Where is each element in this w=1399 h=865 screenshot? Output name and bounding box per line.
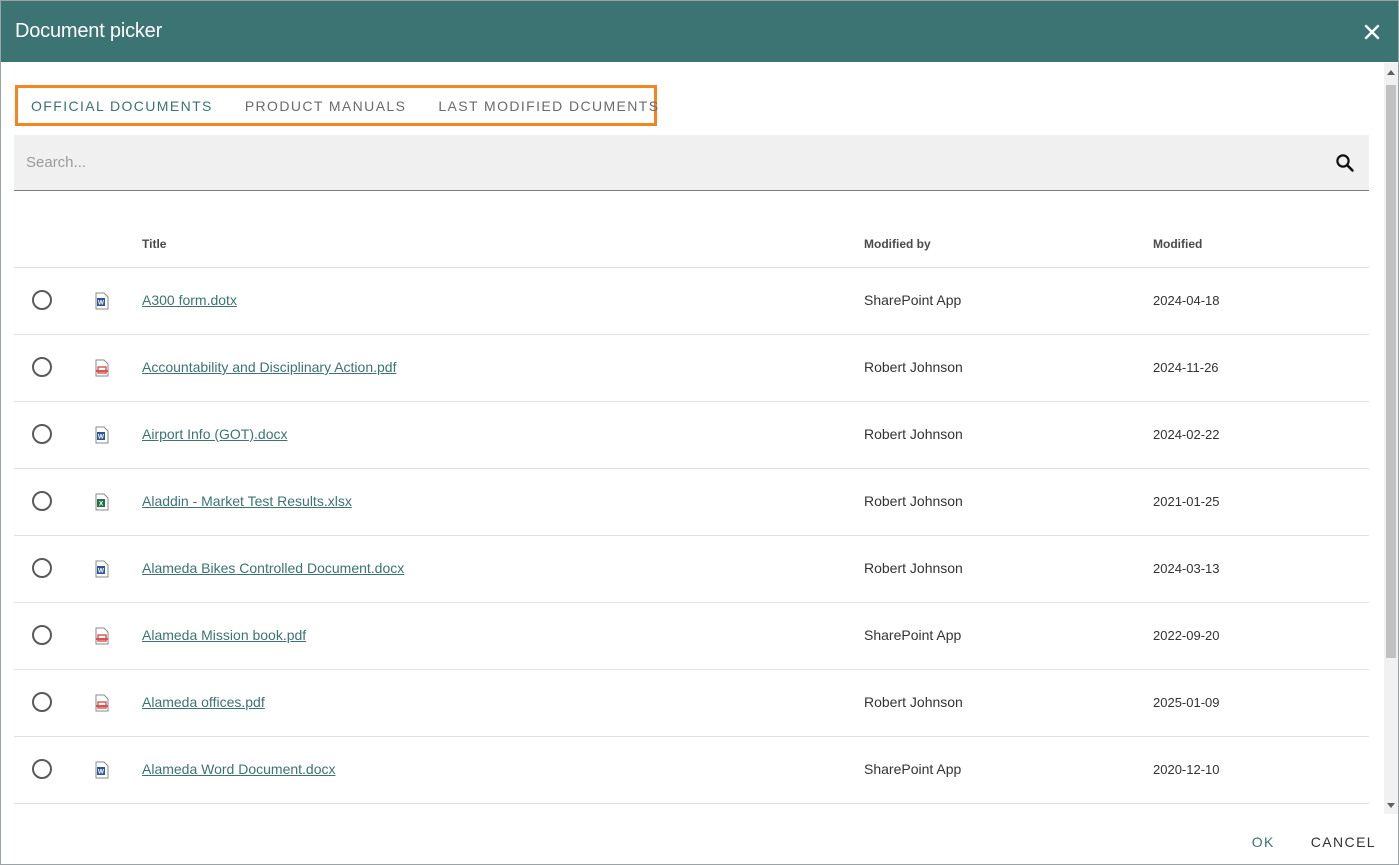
modified-date-cell: 2021-01-25 [1153,494,1220,509]
modified-by-cell: Robert Johnson [864,493,963,509]
modified-by-cell: Robert Johnson [864,560,963,576]
table-row[interactable]: Alameda Mission book.pdf SharePoint App 20… [14,603,1369,670]
row-select-radio[interactable] [32,558,52,578]
row-select-radio[interactable] [32,424,52,444]
cancel-button[interactable]: CANCEL [1311,834,1376,850]
document-picker-dialog: Document picker OFFICIAL DOCUMENTS PRODU… [0,0,1399,865]
tab-official-documents[interactable]: OFFICIAL DOCUMENTS [31,98,213,114]
scroll-up-icon[interactable] [1387,70,1395,75]
table-row[interactable]: X Aladdin - Market Test Results.xlsx Rober… [14,469,1369,536]
pdf-file-icon [95,359,109,377]
document-title-link[interactable]: Alameda Bikes Controlled Document.docx [142,560,404,576]
document-title-link[interactable]: Alameda Word Document.docx [142,761,336,777]
modified-by-cell: Robert Johnson [864,426,963,442]
column-header-title: Title [142,237,167,251]
tab-product-manuals[interactable]: PRODUCT MANUALS [245,98,407,114]
word-file-icon: W [95,560,109,578]
svg-text:W: W [98,300,105,307]
svg-text:W: W [98,568,105,575]
tab-last-modified-documents[interactable]: LAST MODIFIED DCUMENTS [438,98,659,114]
document-title-link[interactable]: Alameda offices.pdf [142,694,265,710]
table-row[interactable]: Alameda offices.pdf Robert Johnson 2025-01… [14,670,1369,737]
modified-date-cell: 2024-11-26 [1153,360,1219,375]
document-title-link[interactable]: Accountability and Disciplinary Action.p… [142,359,396,375]
svg-text:W: W [98,434,105,441]
table-row[interactable]: W Alameda Word Document.docx SharePoint Ap… [14,737,1369,804]
close-icon [1364,24,1380,39]
search-input[interactable] [14,153,1321,172]
dialog-content: OFFICIAL DOCUMENTS PRODUCT MANUALS LAST … [14,63,1369,813]
row-select-radio[interactable] [32,759,52,779]
svg-text:W: W [98,769,105,776]
close-button[interactable] [1360,20,1384,44]
modified-date-cell: 2024-03-13 [1153,561,1220,576]
dialog-titlebar: Document picker [1,1,1398,62]
scroll-down-icon[interactable] [1387,803,1395,808]
table-header: Title Modified by Modified [14,223,1369,268]
modified-date-cell: 2024-04-18 [1153,293,1220,308]
pdf-file-icon [95,694,109,712]
row-select-radio[interactable] [32,692,52,712]
excel-file-icon: X [95,493,109,511]
dialog-title: Document picker [15,20,163,42]
dialog-footer: OK CANCEL [1216,834,1376,850]
ok-button[interactable]: OK [1252,834,1275,850]
vertical-scrollbar[interactable] [1384,63,1398,814]
modified-by-cell: Robert Johnson [864,694,963,710]
column-header-modified: Modified [1153,237,1203,251]
modified-by-cell: SharePoint App [864,627,962,643]
modified-date-cell: 2022-09-20 [1153,628,1220,643]
tab-bar: OFFICIAL DOCUMENTS PRODUCT MANUALS LAST … [15,85,659,126]
row-select-radio[interactable] [32,625,52,645]
table-row[interactable]: W Airport Info (GOT).docx Robert Johnson 20… [14,402,1369,469]
row-select-radio[interactable] [32,491,52,511]
svg-text:X: X [99,501,104,508]
word-file-icon: W [95,761,109,779]
word-file-icon: W [95,292,109,310]
row-select-radio[interactable] [32,290,52,310]
column-header-modified-by: Modified by [864,237,931,251]
search-button[interactable] [1321,135,1369,191]
document-title-link[interactable]: A300 form.dotx [142,292,237,308]
word-file-icon: W [95,426,109,444]
table-row[interactable]: W A300 form.dotx SharePoint App 2024-04-18 [14,268,1369,335]
search-icon [1336,153,1354,172]
table-row[interactable]: Accountability and Disciplinary Action.p… [14,335,1369,402]
modified-date-cell: 2024-02-22 [1153,427,1220,442]
table-row[interactable]: W Alameda Bikes Controlled Document.docx R… [14,536,1369,603]
pdf-file-icon [95,627,109,645]
scroll-thumb[interactable] [1386,85,1396,658]
modified-date-cell: 2020-12-10 [1153,762,1220,777]
document-title-link[interactable]: Alameda Mission book.pdf [142,627,306,643]
modified-by-cell: SharePoint App [864,761,962,777]
modified-date-cell: 2025-01-09 [1153,695,1220,710]
row-select-radio[interactable] [32,357,52,377]
document-title-link[interactable]: Airport Info (GOT).docx [142,426,287,442]
documents-table: Title Modified by Modified W A300 form.do… [14,223,1369,804]
modified-by-cell: Robert Johnson [864,359,963,375]
document-title-link[interactable]: Aladdin - Market Test Results.xlsx [142,493,352,509]
modified-by-cell: SharePoint App [864,292,962,308]
search-bar [14,135,1369,191]
